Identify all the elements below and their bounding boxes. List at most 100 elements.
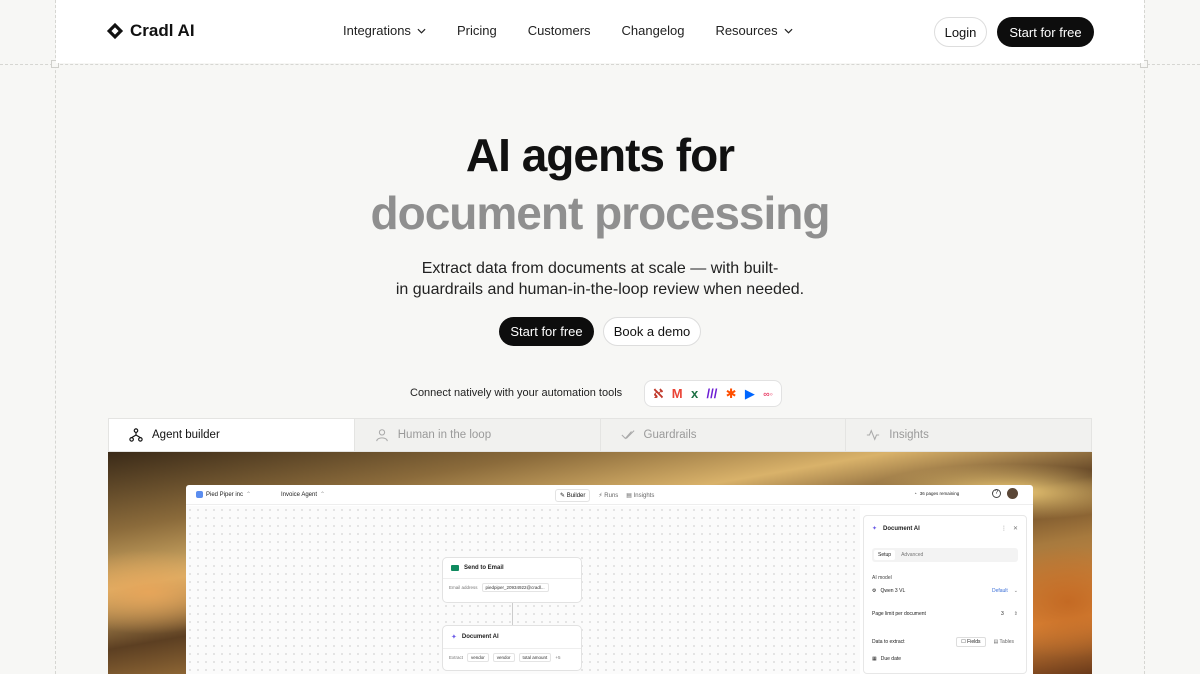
app-tab-label: Insights bbox=[633, 492, 655, 499]
agent-selector[interactable]: Invoice Agent ⌃ bbox=[281, 491, 325, 499]
feature-tabs: Agent builder Human in the loop Guardrai… bbox=[108, 418, 1092, 452]
login-button[interactable]: Login bbox=[934, 17, 987, 47]
workflow-canvas[interactable]: Send to Email Email address piedpiper_209… bbox=[186, 506, 860, 674]
ai-model-value: Qwen 3 VL bbox=[880, 588, 906, 594]
fields-label: Fields bbox=[967, 639, 981, 645]
nav-item-customers[interactable]: Customers bbox=[528, 23, 591, 38]
app-screenshot: Pied Piper inc ⌃ Invoice Agent ⌃ ✎ Builder… bbox=[186, 485, 1033, 674]
sparkle-icon: ✦ bbox=[451, 634, 457, 641]
page: Cradl AI Integrations Pricing Customers … bbox=[0, 0, 1200, 674]
node-send-to-email[interactable]: Send to Email Email address piedpiper_209… bbox=[442, 557, 582, 603]
node-document-ai[interactable]: ✦ Document AI Extract vendor vendor total am… bbox=[442, 625, 582, 671]
panel-tabs: Setup Advanced bbox=[872, 548, 1018, 562]
brand-logo[interactable]: Cradl AI bbox=[106, 21, 195, 41]
help-icon[interactable]: ? bbox=[992, 489, 1001, 498]
email-icon bbox=[451, 565, 459, 571]
activity-icon bbox=[867, 429, 880, 441]
hero-title-line2: document processing bbox=[370, 187, 831, 239]
tab-guardrails[interactable]: Guardrails bbox=[601, 419, 847, 451]
app-tab-runs[interactable]: ⚡ Runs bbox=[598, 492, 618, 499]
app-tab-label: Runs bbox=[604, 492, 619, 499]
field-chip: total amount bbox=[518, 653, 552, 662]
nav-item-label: Pricing bbox=[456, 23, 497, 38]
check-icon bbox=[621, 430, 634, 440]
panel-header: ✦ Document AI ⋮ ✕ bbox=[872, 525, 1018, 533]
start-for-free-button[interactable]: Start for free bbox=[499, 317, 594, 346]
panel-tab-advanced[interactable]: Advanced bbox=[895, 550, 929, 560]
connect-text: Connect natively with your automation to… bbox=[410, 387, 623, 399]
field-due-date[interactable]: ▦ Due date bbox=[872, 656, 1018, 662]
hero-title-line1: AI agents for bbox=[465, 129, 735, 181]
book-demo-button[interactable]: Book a demo bbox=[603, 317, 701, 346]
data-extract-row: Data to extract ☐ Fields ▤ Tables bbox=[872, 636, 1018, 648]
field-chip: vendor bbox=[467, 653, 489, 662]
progress-ring-icon: ◔ bbox=[914, 491, 917, 496]
ai-model-label: AI model bbox=[872, 575, 892, 581]
n8n-icon: ∞◦ bbox=[763, 388, 773, 399]
agent-builder-icon bbox=[129, 428, 143, 442]
node-title: Document AI bbox=[461, 634, 499, 640]
avatar[interactable] bbox=[1007, 488, 1018, 499]
app-tab-builder[interactable]: ✎ Builder bbox=[555, 488, 591, 502]
nav-item-label: Resources bbox=[715, 23, 778, 38]
calendar-icon: ▦ bbox=[872, 656, 877, 662]
tables-toggle[interactable]: ▤ Tables bbox=[990, 638, 1018, 646]
app-tab-insights[interactable]: ▤ Insights bbox=[626, 492, 654, 499]
nav-item-resources[interactable]: Resources bbox=[715, 23, 793, 38]
org-selector[interactable]: Pied Piper inc ⌃ bbox=[196, 491, 251, 498]
app-tabs: ✎ Builder ⚡ Runs ▤ Insights bbox=[555, 488, 654, 502]
gmail-icon: M bbox=[671, 386, 683, 401]
power-automate-icon: ▶ bbox=[744, 385, 755, 401]
document-ai-panel: ✦ Document AI ⋮ ✕ Setup Advanced AI mode… bbox=[863, 515, 1027, 674]
ai-model-select[interactable]: ⚙ Qwen 3 VL Default ⌄ bbox=[872, 585, 1018, 597]
hero-subtitle: Extract data from documents at scale — w… bbox=[0, 258, 1200, 300]
nav-item-pricing[interactable]: Pricing bbox=[457, 23, 497, 38]
pages-remaining: ◔ 36 pages remaining bbox=[914, 491, 959, 496]
page-limit-row: Page limit per document 3 ⇕ bbox=[872, 608, 1018, 620]
chevron-down-icon bbox=[784, 28, 793, 34]
frame-line-top bbox=[0, 64, 1200, 65]
start-for-free-nav-button[interactable]: Start for free bbox=[997, 17, 1094, 47]
fields-toggle[interactable]: ☐ Fields bbox=[956, 637, 986, 647]
more-count: +5 bbox=[555, 655, 561, 660]
node-title: Send to Email bbox=[464, 565, 504, 571]
panel-title: Document AI bbox=[883, 525, 920, 532]
node-field-value: piedpiper_20934922@cradl... bbox=[481, 583, 549, 592]
chevron-down-icon: ⌄ bbox=[1013, 588, 1018, 594]
excel-icon: x bbox=[690, 386, 699, 401]
tab-human-in-the-loop[interactable]: Human in the loop bbox=[355, 419, 601, 451]
frame-line-left bbox=[55, 0, 56, 674]
model-icon: ⚙ bbox=[872, 588, 877, 594]
top-nav: Cradl AI Integrations Pricing Customers … bbox=[56, 0, 1144, 63]
frame-line-right bbox=[1144, 0, 1145, 674]
hero-subtitle-line2: in guardrails and human-in-the-loop revi… bbox=[395, 281, 805, 298]
integration-logos: ℵ M x /// ✱ ▶ ∞◦ bbox=[644, 380, 782, 407]
node-connector bbox=[512, 603, 513, 625]
pages-remaining-text: 36 pages remaining bbox=[919, 491, 960, 496]
stepper-icon[interactable]: ⇕ bbox=[1014, 611, 1018, 617]
org-icon bbox=[196, 491, 203, 498]
close-icon[interactable]: ✕ bbox=[1013, 525, 1018, 532]
nav-item-label: Customers bbox=[527, 23, 591, 38]
field-label: Due date bbox=[880, 656, 902, 662]
nav-item-integrations[interactable]: Integrations bbox=[343, 23, 426, 38]
tab-insights[interactable]: Insights bbox=[846, 419, 1091, 451]
main-menu: Integrations Pricing Customers Changelog… bbox=[343, 23, 793, 38]
tab-label: Agent builder bbox=[152, 429, 220, 441]
sparkle-icon: ✦ bbox=[872, 526, 878, 532]
node-field-label: Extract bbox=[449, 655, 464, 660]
make-icon: /// bbox=[706, 386, 718, 401]
app-topbar: Pied Piper inc ⌃ Invoice Agent ⌃ ✎ Builder… bbox=[186, 485, 1033, 505]
app-tab-label: Builder bbox=[566, 492, 586, 499]
page-limit-input[interactable]: 3 bbox=[1001, 611, 1004, 617]
default-badge: Default bbox=[991, 588, 1008, 594]
panel-tab-setup[interactable]: Setup bbox=[874, 550, 896, 560]
nav-item-changelog[interactable]: Changelog bbox=[622, 23, 685, 38]
chevron-updown-icon: ⌃ bbox=[246, 492, 252, 498]
agent-name: Invoice Agent bbox=[281, 491, 318, 498]
hero-subtitle-line1: Extract data from documents at scale — w… bbox=[421, 260, 779, 277]
tab-agent-builder[interactable]: Agent builder bbox=[109, 419, 355, 451]
node-field-label: Email address bbox=[449, 585, 478, 590]
tab-label: Human in the loop bbox=[397, 429, 492, 441]
more-icon[interactable]: ⋮ bbox=[1001, 525, 1007, 532]
